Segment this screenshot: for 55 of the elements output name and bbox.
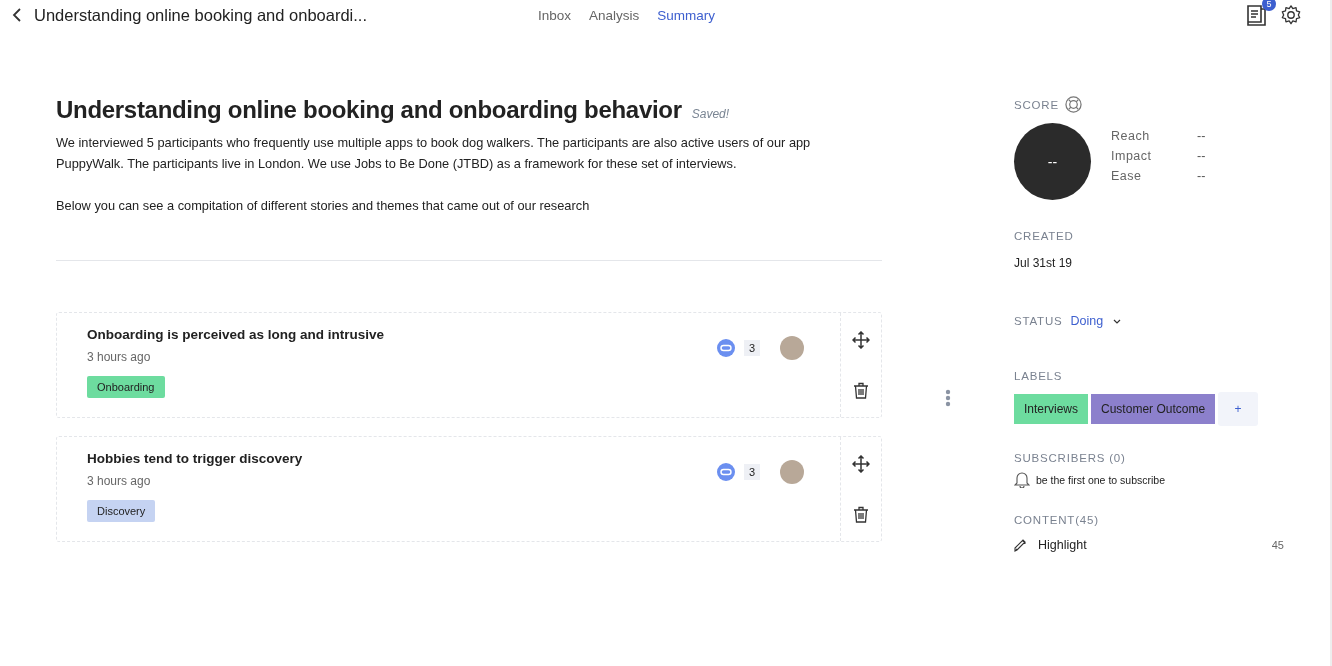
link-icon[interactable]	[715, 462, 736, 482]
metric-label: Impact	[1111, 149, 1153, 163]
metric-value: --	[1197, 129, 1206, 143]
chevron-down-icon	[1113, 318, 1122, 324]
section-heading: STATUS	[1014, 315, 1063, 327]
label-tag[interactable]: Customer Outcome	[1091, 394, 1216, 424]
trash-icon[interactable]	[853, 506, 869, 523]
section-heading: LABELS	[1014, 370, 1064, 382]
timestamp: 3 hours ago	[87, 474, 152, 488]
move-icon[interactable]	[852, 331, 870, 349]
move-icon[interactable]	[852, 455, 870, 473]
save-status: Saved!	[691, 107, 730, 121]
tab[interactable]: Inbox	[536, 5, 574, 25]
add-label-button[interactable]: +	[1218, 392, 1259, 426]
tag: Discovery	[87, 500, 156, 522]
section-heading: SUBSCRIBERS (0)	[1014, 452, 1127, 464]
score-circle: --	[1014, 123, 1091, 200]
section-heading: SCORE	[1014, 98, 1059, 111]
timestamp: 3 hours ago	[87, 350, 152, 364]
back-icon[interactable]	[12, 8, 22, 22]
comment-count[interactable]: 3	[743, 464, 760, 480]
metric-value: --	[1197, 169, 1206, 183]
page-title: Understanding online booking and onboardi...	[34, 5, 367, 25]
settings-icon[interactable]	[1280, 4, 1302, 26]
comment-count[interactable]: 3	[743, 340, 760, 356]
document-title: Understanding online booking and onboarding behavior	[56, 96, 682, 124]
avatar	[780, 460, 804, 484]
insight-title: Hobbies tend to trigger discovery	[87, 451, 303, 466]
trash-icon[interactable]	[853, 382, 869, 399]
metric-value: --	[1197, 149, 1206, 163]
link-icon[interactable]	[715, 338, 736, 358]
avatar	[780, 336, 804, 360]
metric-label: Reach	[1111, 129, 1151, 143]
notification-badge: 5	[1262, 0, 1276, 11]
description-text: We interviewed 5 participants who frequently use multiple apps to book dog walkers. The participants are also active users of our app	[56, 134, 812, 152]
insight-title: Onboarding is perceived as long and intrusive	[87, 327, 385, 342]
description-text: Below you can see a compitation of different stories and themes that came out of our research	[56, 197, 591, 215]
highlighter-icon	[1014, 538, 1028, 552]
description-text: PuppyWalk. The participants live in London. We use Jobs to Be Done (JTBD) as a framework for these set of interviews.	[56, 155, 738, 173]
subscribe-hint: be the first one to subscribe	[1036, 473, 1165, 486]
section-heading: CONTENT(45)	[1014, 514, 1100, 526]
content-count: 45	[1271, 539, 1284, 551]
created-date: Jul 31st 19	[1014, 256, 1074, 270]
section-heading: CREATED	[1014, 230, 1075, 242]
status-dropdown[interactable]: Doing	[1070, 314, 1122, 328]
bell-icon[interactable]	[1014, 471, 1030, 488]
lifebuoy-icon[interactable]	[1064, 96, 1082, 113]
more-options-icon[interactable]	[945, 389, 951, 407]
document-icon[interactable]	[1244, 3, 1268, 27]
content-type[interactable]: Highlight	[1038, 538, 1087, 552]
tab[interactable]: Summary	[655, 5, 718, 25]
label-tag[interactable]: Interviews	[1014, 394, 1089, 424]
tab[interactable]: Analysis	[587, 5, 642, 25]
tag: Onboarding	[87, 376, 165, 398]
metric-label: Ease	[1111, 169, 1143, 183]
